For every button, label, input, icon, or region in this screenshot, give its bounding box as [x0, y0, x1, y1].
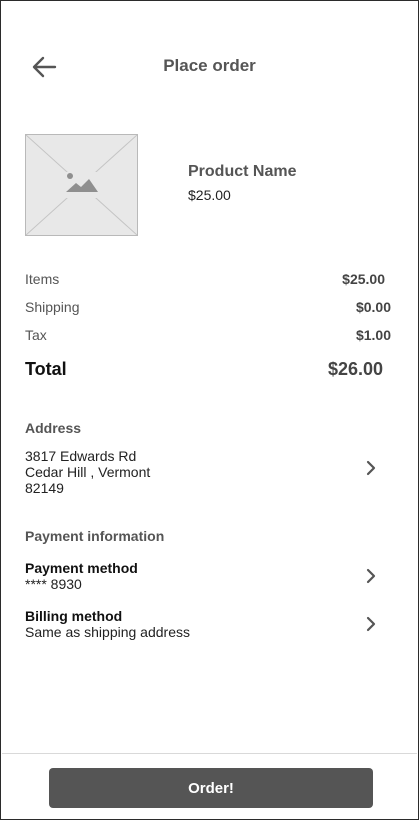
shipping-value: $0.00 [355, 299, 391, 315]
address-line-1: 3817 Edwards Rd [25, 448, 137, 464]
app-frame: Place order Product Name $25.00 Items $2… [0, 0, 419, 820]
billing-method-chevron-button[interactable] [363, 615, 379, 633]
items-row: Items $25.00 [25, 271, 391, 287]
address-heading: Address [25, 420, 82, 436]
address-line-3: 82149 [25, 480, 64, 496]
address-line-2: Cedar Hill , Vermont [25, 464, 151, 480]
chevron-right-icon [366, 568, 376, 584]
payment-method-label[interactable]: Payment method [25, 560, 138, 576]
shipping-label: Shipping [25, 299, 80, 315]
product-image [25, 134, 138, 236]
address-block[interactable]: 3817 Edwards Rd Cedar Hill , Vermont 821… [25, 448, 150, 496]
shipping-row: Shipping $0.00 [25, 299, 391, 315]
product-price: $25.00 [188, 187, 231, 203]
order-button[interactable]: Order! [49, 768, 373, 808]
page-title: Place order [163, 56, 256, 75]
image-placeholder-icon [25, 134, 138, 236]
total-value: $26.00 [327, 359, 383, 379]
tax-row: Tax $1.00 [25, 327, 391, 343]
payment-method-value: **** 8930 [25, 576, 82, 592]
chevron-right-icon [366, 460, 376, 476]
payment-heading: Payment information [25, 528, 165, 544]
total-label: Total [25, 359, 67, 379]
payment-method-chevron-button[interactable] [363, 567, 379, 585]
items-label: Items [25, 271, 60, 287]
tax-value: $1.00 [355, 327, 391, 343]
address-chevron-button[interactable] [363, 459, 379, 477]
billing-method-label[interactable]: Billing method [25, 608, 122, 624]
billing-method-value: Same as shipping address [25, 624, 190, 640]
items-value: $25.00 [342, 271, 385, 287]
tax-label: Tax [25, 327, 47, 343]
product-name: Product Name [188, 163, 297, 180]
chevron-right-icon [366, 616, 376, 632]
footer-divider [2, 753, 417, 754]
